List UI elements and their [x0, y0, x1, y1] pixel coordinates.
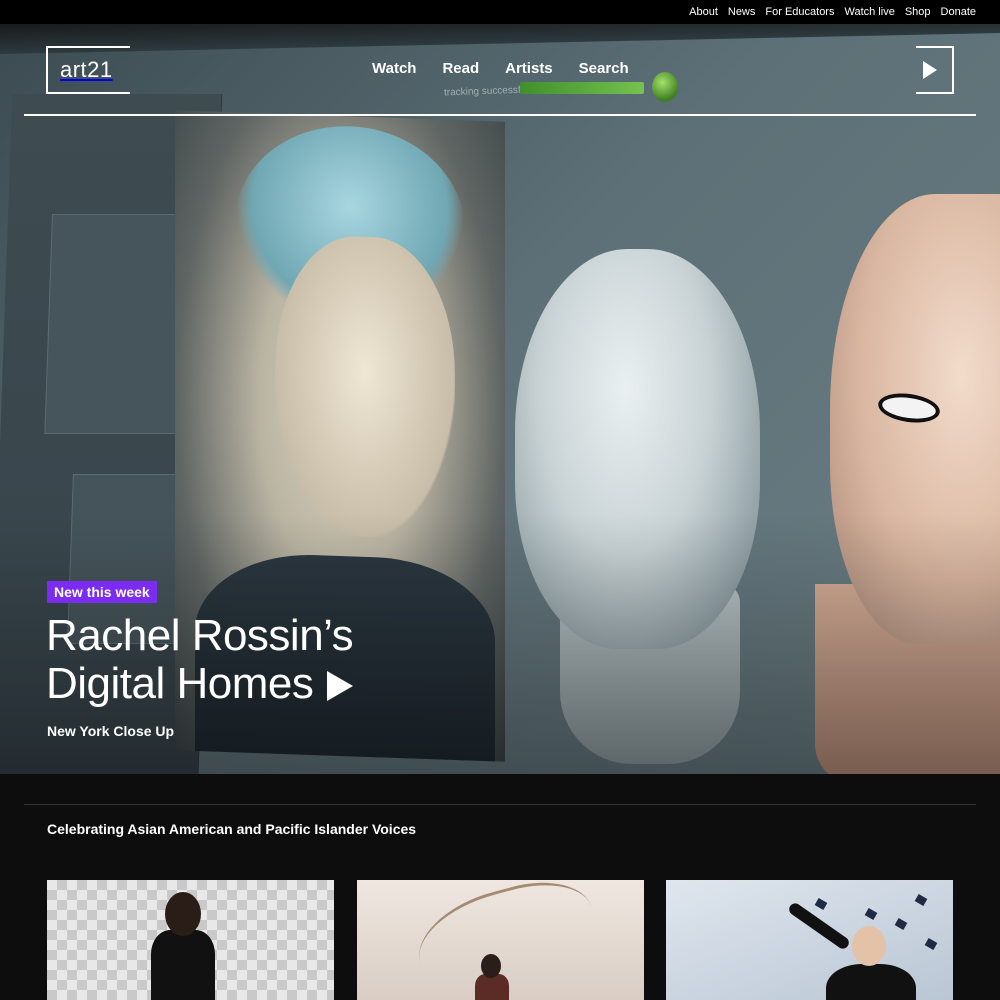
hero-title-line1: Rachel Rossin’s	[46, 611, 354, 660]
main-nav: Watch Read Artists Search	[372, 60, 629, 77]
tracking-bar	[520, 82, 644, 94]
new-this-week-badge: New this week	[47, 581, 157, 603]
hero-title-line2: Digital Homes	[46, 659, 314, 708]
tracking-status-text: tracking successful	[443, 84, 529, 99]
utility-link-shop[interactable]: Shop	[905, 6, 931, 18]
card-3-shard	[814, 898, 828, 910]
video-card-3[interactable]	[666, 880, 953, 1000]
card-2-figure-head	[481, 954, 501, 978]
play-icon	[923, 61, 937, 79]
art21-logo[interactable]: art21	[46, 46, 130, 94]
utility-link-donate[interactable]: Donate	[941, 6, 976, 18]
monitor-edge	[0, 24, 1000, 54]
nav-artists[interactable]: Artists	[505, 60, 553, 77]
utility-link-watch-live[interactable]: Watch live	[844, 6, 894, 18]
logo-text: art21	[60, 57, 113, 82]
software-pane	[44, 214, 193, 434]
video-card-1[interactable]	[47, 880, 334, 1000]
nav-watch[interactable]: Watch	[372, 60, 416, 77]
card-3-figure	[826, 964, 916, 1000]
card-3-figure-head	[852, 926, 886, 966]
section-divider	[24, 804, 976, 805]
card-3-shard	[914, 894, 928, 906]
utility-nav: About News For Educators Watch live Shop…	[0, 0, 1000, 24]
card-1-figure	[151, 930, 215, 1000]
nav-search[interactable]: Search	[579, 60, 629, 77]
hero-play-icon	[327, 671, 354, 701]
hero-series-label: New York Close Up	[47, 723, 175, 739]
play-button[interactable]	[916, 46, 954, 94]
nav-read[interactable]: Read	[442, 60, 479, 77]
webcam-face	[275, 233, 455, 541]
hero-title[interactable]: Rachel Rossin’s Digital Homes	[46, 612, 466, 708]
utility-link-news[interactable]: News	[728, 6, 756, 18]
utility-link-about[interactable]: About	[689, 6, 718, 18]
card-3-shard	[864, 908, 878, 920]
utility-link-educators[interactable]: For Educators	[765, 6, 834, 18]
section-title: Celebrating Asian American and Pacific I…	[47, 821, 417, 837]
card-3-shard	[924, 938, 938, 950]
video-card-2[interactable]	[357, 880, 644, 1000]
card-3-arm	[786, 901, 852, 951]
card-3-shard	[894, 918, 908, 930]
header-divider	[24, 114, 976, 116]
tracking-indicator	[652, 72, 678, 102]
card-1-figure-head	[165, 892, 201, 936]
